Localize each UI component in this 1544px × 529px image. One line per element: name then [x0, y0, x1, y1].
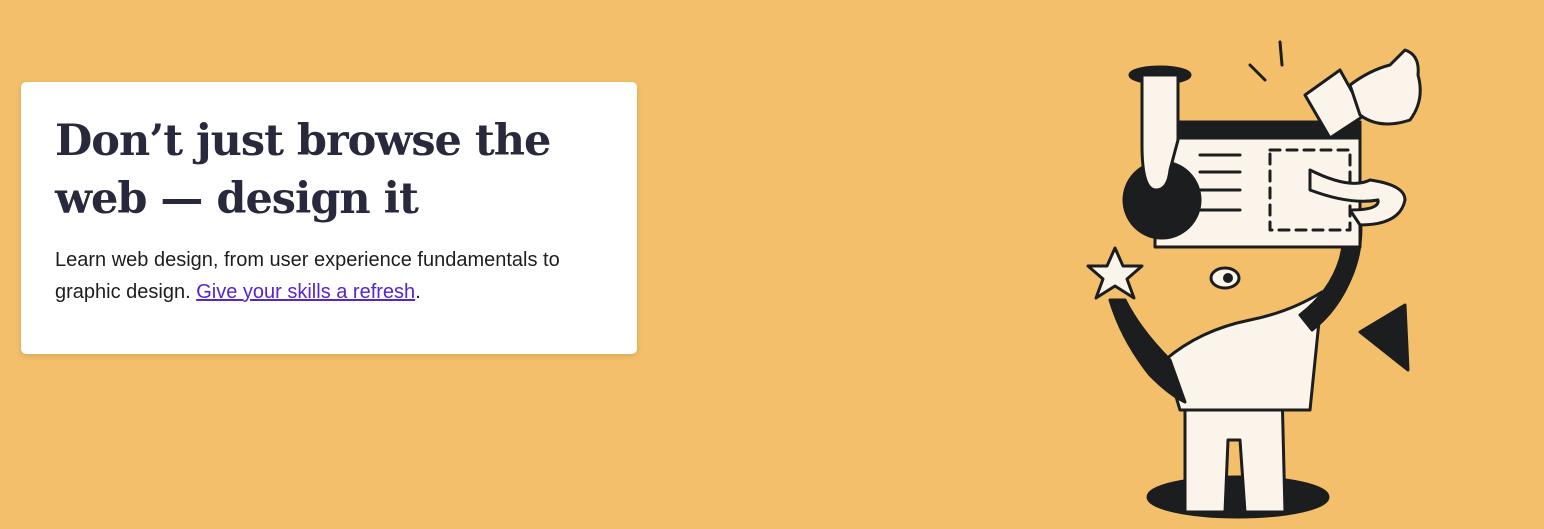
headline-line-2: web — design it [55, 174, 419, 224]
hero-banner: Don’t just browse the web — design it Lea… [0, 0, 1544, 529]
left-arm [1108, 298, 1187, 404]
top-right-hand [1348, 48, 1422, 126]
motion-mark [1278, 40, 1284, 67]
person-designing-webpage-illustration [1086, 40, 1422, 519]
eye-pupil [1223, 273, 1233, 283]
floor-hole [1146, 475, 1330, 519]
refresh-skills-link[interactable]: Give your skills a refresh [196, 281, 415, 303]
description-end: . [415, 281, 421, 303]
promo-headline: Don’t just browse the web — design it [55, 112, 603, 228]
triangle-shape [1358, 303, 1410, 372]
torso [1163, 290, 1324, 412]
motion-mark [1248, 63, 1267, 82]
headline-line-1: Don’t just browse the [55, 116, 551, 166]
promo-card: Don’t just browse the web — design it Lea… [21, 82, 637, 354]
star-shape [1086, 246, 1144, 300]
promo-description: Learn web design, from user experience f… [55, 244, 615, 308]
